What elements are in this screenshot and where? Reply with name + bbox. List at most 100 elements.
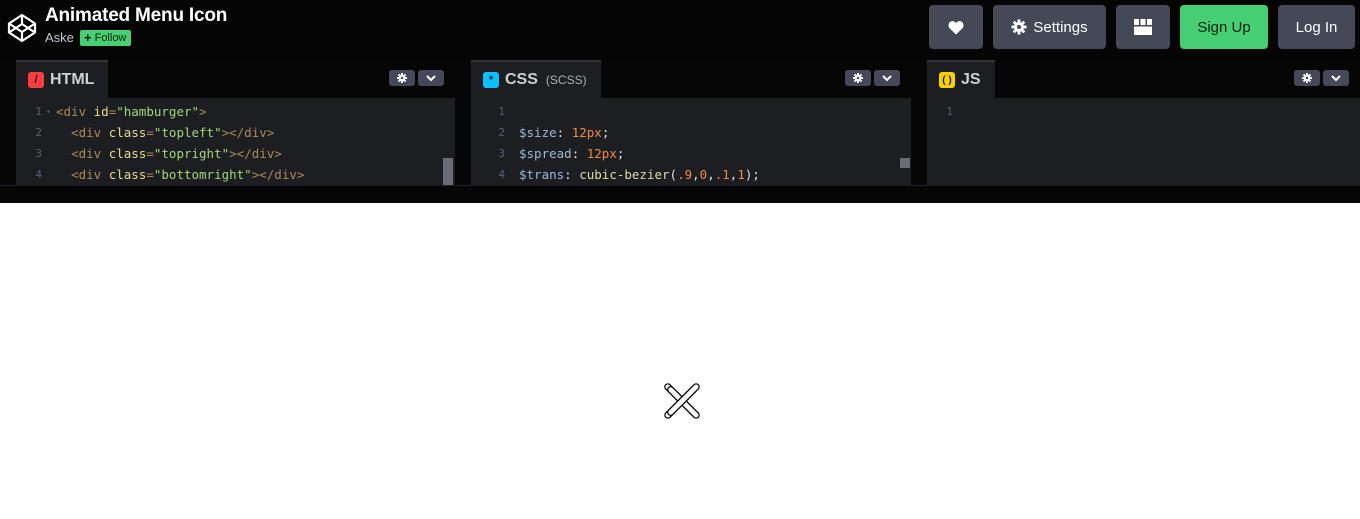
codepen-logo-icon[interactable] xyxy=(6,12,38,44)
code-token: $trans xyxy=(519,167,565,182)
heart-button[interactable] xyxy=(929,5,983,49)
html-editor-title: HTML xyxy=(50,71,95,88)
layout-icon xyxy=(1134,19,1152,35)
code-token: <div xyxy=(56,104,94,119)
html-settings-button[interactable] xyxy=(389,70,415,86)
line-number: 4 xyxy=(35,168,42,181)
result-preview[interactable] xyxy=(0,203,1360,519)
js-collapse-button[interactable] xyxy=(1323,70,1349,86)
editor-resize-bar[interactable] xyxy=(0,185,1360,203)
chevron-down-icon xyxy=(426,74,436,81)
code-token: <div xyxy=(71,167,109,182)
css-scrollbar[interactable] xyxy=(900,158,910,168)
follow-label: Follow xyxy=(94,32,127,44)
html-collapse-button[interactable] xyxy=(418,70,444,86)
code-token: cubic-bezier xyxy=(579,167,670,182)
line-number: 4 xyxy=(498,168,505,181)
code-line[interactable]: 1 xyxy=(927,101,967,122)
code-token: : xyxy=(571,146,587,161)
code-token: , xyxy=(692,167,700,182)
line-number: 2 xyxy=(35,126,42,139)
gear-icon xyxy=(853,73,863,83)
code-token: "topleft" xyxy=(153,125,222,140)
code-token: ></div> xyxy=(251,167,305,182)
css-preprocessor-label: (SCSS) xyxy=(545,73,587,87)
sign-up-button[interactable]: Sign Up xyxy=(1180,5,1268,49)
fold-marker[interactable]: ▾ xyxy=(46,101,56,122)
editors-area: / HTML 1 ▾ <div id = "hamburger" >2 <div clas… xyxy=(0,60,1360,203)
code-token: ; xyxy=(601,125,610,140)
css-editor-title: CSS xyxy=(505,71,538,88)
chevron-down-icon xyxy=(882,74,892,81)
code-token: <div xyxy=(71,146,109,161)
js-settings-button[interactable] xyxy=(1294,70,1320,86)
line-number: 3 xyxy=(35,147,42,160)
code-token: ( xyxy=(669,167,678,182)
code-token: , xyxy=(707,167,715,182)
fold-marker xyxy=(957,101,967,122)
code-line[interactable]: 3 <div class = "topright" ></div> xyxy=(16,143,304,164)
html-code[interactable]: 1 ▾ <div id = "hamburger" >2 <div class = "topl… xyxy=(16,101,304,185)
code-line[interactable]: 4 $trans: cubic-bezier(.9, 0, .1, 1); xyxy=(479,164,760,185)
html-editor[interactable]: / HTML 1 ▾ <div id = "hamburger" >2 <div clas… xyxy=(16,60,455,185)
line-number: 2 xyxy=(498,126,505,139)
code-token: ></div> xyxy=(221,125,275,140)
code-token: ; xyxy=(616,146,625,161)
gear-icon xyxy=(397,73,407,83)
code-line[interactable]: 3 $spread: 12px; xyxy=(479,143,760,164)
js-braces-icon: ( ) xyxy=(939,72,955,88)
css-code[interactable]: 1 2 $size: 12px; 3 $spread: 12px; 4 $trans: cu… xyxy=(479,101,760,185)
code-token: <div xyxy=(71,125,109,140)
js-code[interactable]: 1 xyxy=(927,101,967,122)
code-token: class xyxy=(108,167,147,182)
code-token: 0 xyxy=(699,167,708,182)
fold-marker xyxy=(46,143,56,164)
line-number: 1 xyxy=(35,105,42,118)
settings-button[interactable]: Settings xyxy=(993,5,1106,49)
css-collapse-button[interactable] xyxy=(874,70,900,86)
css-asterisk-icon: * xyxy=(483,72,499,88)
code-token: 12px xyxy=(586,146,617,161)
code-token: "hamburger" xyxy=(116,104,200,119)
pen-title[interactable]: Animated Menu Icon xyxy=(45,5,227,27)
css-settings-button[interactable] xyxy=(845,70,871,86)
code-line[interactable]: 2 <div class = "topleft" ></div> xyxy=(16,122,304,143)
fold-marker xyxy=(509,101,519,122)
change-view-button[interactable] xyxy=(1116,5,1170,49)
code-token: 12px xyxy=(571,125,602,140)
code-token: "bottomright" xyxy=(153,167,252,182)
close-x-menu-icon[interactable] xyxy=(662,382,702,422)
code-token: = xyxy=(146,167,154,182)
app-header: Animated Menu Icon Aske + Follow Setting… xyxy=(0,0,1360,60)
code-token: $size xyxy=(519,125,557,140)
author-name[interactable]: Aske xyxy=(45,30,74,45)
follow-button[interactable]: + Follow xyxy=(80,30,132,46)
line-number: 1 xyxy=(498,105,505,118)
code-line[interactable]: 1 ▾ <div id = "hamburger" > xyxy=(16,101,304,122)
code-token: .9 xyxy=(677,167,693,182)
code-line[interactable]: 4 <div class = "bottomright" ></div> xyxy=(16,164,304,185)
code-token: id xyxy=(93,104,109,119)
code-token: "topright" xyxy=(153,146,230,161)
code-token: > xyxy=(199,104,207,119)
code-token: ></div> xyxy=(229,146,282,161)
code-token: class xyxy=(108,146,147,161)
code-token: = xyxy=(146,146,154,161)
html-slash-icon: / xyxy=(28,72,44,88)
code-token: .1 xyxy=(714,167,730,182)
code-line[interactable]: 1 xyxy=(479,101,760,122)
log-in-button[interactable]: Log In xyxy=(1278,5,1355,49)
settings-label: Settings xyxy=(1033,18,1088,36)
fold-marker xyxy=(509,143,519,164)
fold-marker xyxy=(46,164,56,185)
code-token: 1 xyxy=(737,167,745,182)
line-number: 3 xyxy=(498,147,505,160)
css-editor[interactable]: * CSS (SCSS) 1 2 $size: 12px; 3 $spread: 12p… xyxy=(471,60,911,185)
code-line[interactable]: 2 $size: 12px; xyxy=(479,122,760,143)
js-editor-tab: ( ) JS xyxy=(927,60,995,98)
js-editor[interactable]: ( ) JS 1 xyxy=(927,60,1360,185)
fold-marker xyxy=(509,122,519,143)
